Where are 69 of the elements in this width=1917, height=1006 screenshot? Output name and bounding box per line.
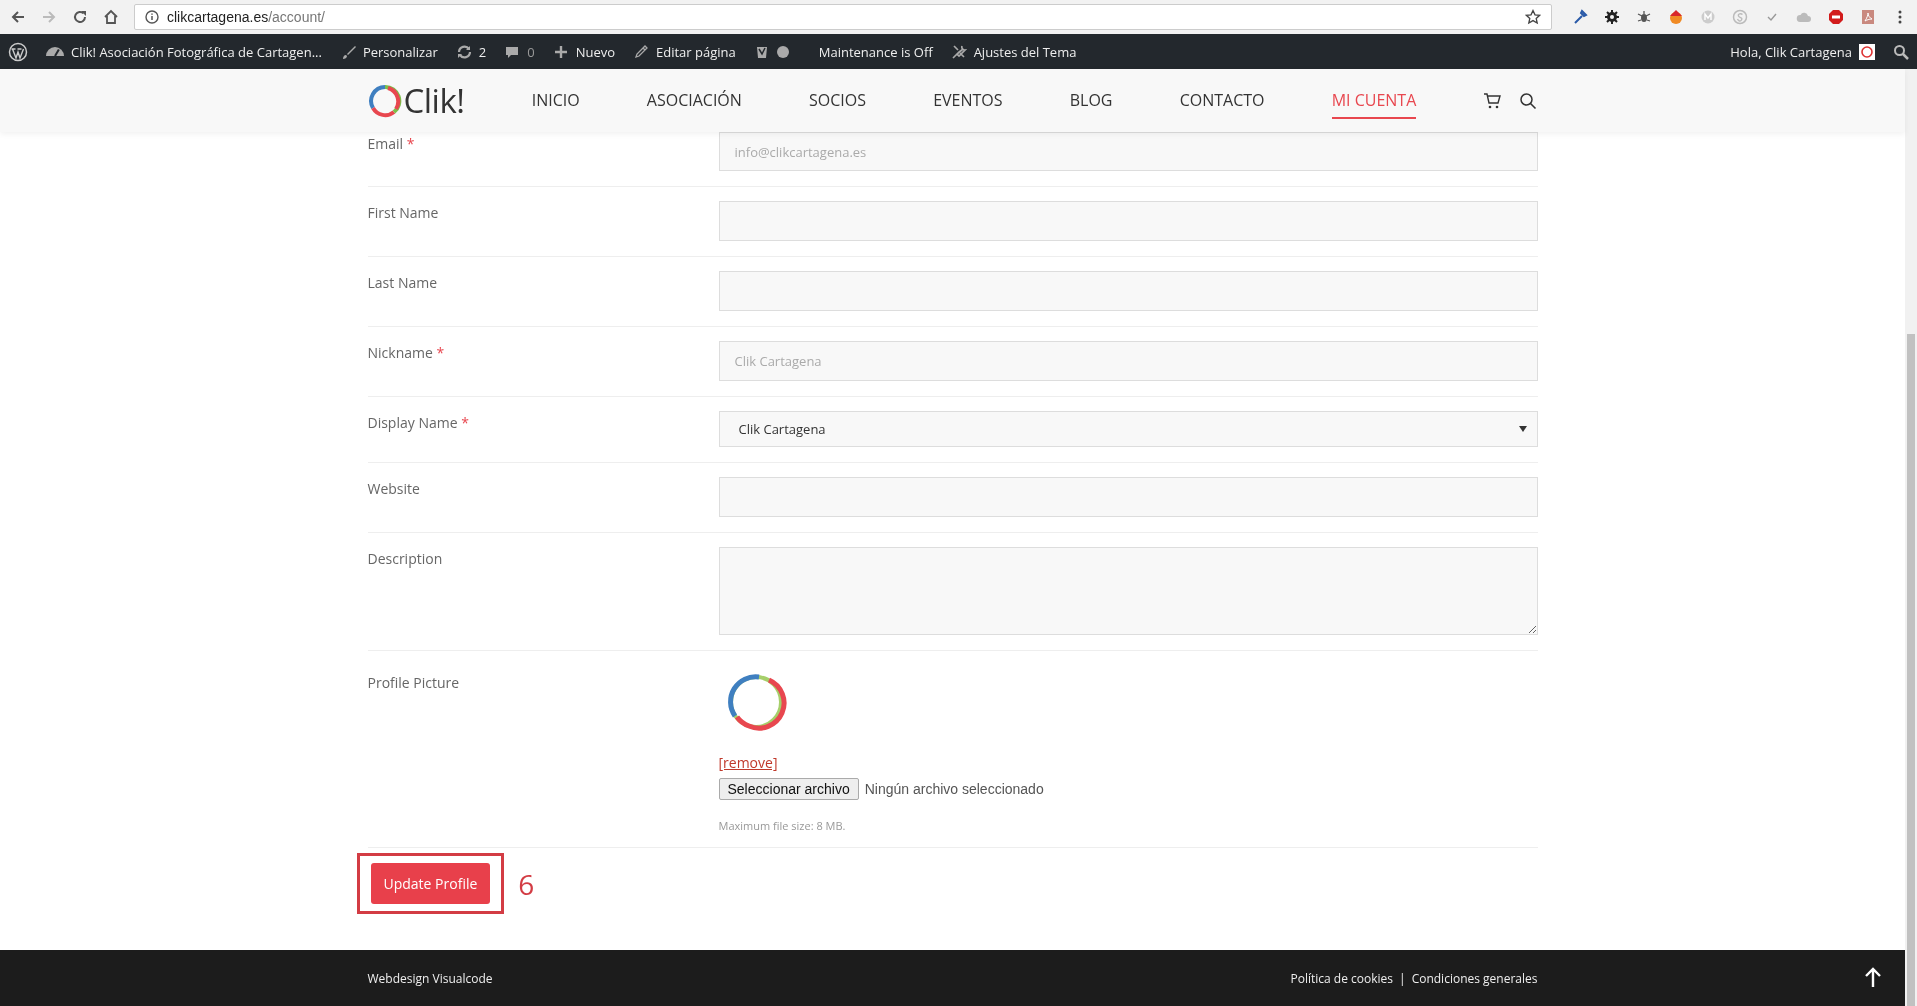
admin-bar-link[interactable]: Editar página: [633, 42, 736, 61]
field-label: Last Name: [367, 272, 439, 294]
input-field[interactable]: [718, 201, 1538, 241]
input-field[interactable]: [718, 477, 1538, 517]
admin-bar-link[interactable]: 0: [504, 42, 535, 61]
nav-link[interactable]: ASOCIACIÓN: [646, 82, 742, 119]
footer-link[interactable]: Política de cookies: [1290, 969, 1394, 987]
dropdown[interactable]: Clik Cartagena: [718, 411, 1538, 447]
nav-link[interactable]: INICIO: [531, 82, 580, 119]
field-label: First Name: [367, 202, 440, 224]
address-bar[interactable]: clikcartagena.es/account/: [134, 4, 1552, 30]
pdf-icon[interactable]: [1859, 9, 1876, 25]
avatar-icon: [1859, 43, 1875, 60]
footer-link[interactable]: Condiciones generales: [1411, 969, 1538, 987]
admin-bar-link[interactable]: Nuevo: [552, 42, 615, 61]
home-icon: [102, 9, 119, 25]
gear-icon[interactable]: [1603, 9, 1620, 25]
santa-face-icon[interactable]: [1667, 9, 1684, 25]
nav-link[interactable]: BLOG: [1069, 82, 1113, 119]
search-icon[interactable]: [1519, 91, 1538, 110]
admin-bar-link[interactable]: Clik! Asociación Fotográfica de Cartagen...: [46, 42, 322, 61]
up-arrow-icon: [1863, 966, 1883, 988]
refresh-icon: [455, 43, 472, 60]
footer-credit: Webdesign Visualcode: [367, 969, 493, 987]
reload-icon: [71, 9, 88, 25]
input-field[interactable]: [718, 271, 1538, 311]
admin-bar-link[interactable]: Maintenance is Off: [818, 42, 933, 61]
admin-bar-link[interactable]: Personalizar: [339, 42, 438, 61]
nav-link[interactable]: MI CUENTA: [1331, 82, 1417, 119]
back-arrow-icon: [9, 9, 26, 25]
choose-file-button[interactable]: Seleccionar archivo: [718, 778, 859, 800]
help-text: Maximum file size: 8 MB.: [718, 818, 846, 833]
cart-icon[interactable]: [1483, 91, 1502, 110]
field-label: Profile Picture: [367, 672, 461, 694]
dropdown-caret-icon: [1518, 426, 1527, 432]
account-menu-link[interactable]: Hola, Clik Cartagena: [1730, 42, 1875, 61]
annotation-number: 6: [518, 864, 535, 903]
scrollbar[interactable]: [1905, 69, 1917, 1006]
input-field[interactable]: Clik Cartagena: [718, 341, 1538, 381]
field-label: Nickname *: [367, 342, 446, 364]
remove-link[interactable]: [remove]: [718, 753, 778, 772]
field-label: Email *: [367, 133, 416, 155]
input-field[interactable]: info@clikcartagena.es: [718, 132, 1538, 171]
bug-icon[interactable]: [1635, 9, 1652, 25]
admin-bar-link[interactable]: Ajustes del Tema: [950, 42, 1077, 61]
nav-link[interactable]: CONTACTO: [1179, 82, 1265, 119]
wordpress-logo-icon[interactable]: [8, 41, 28, 62]
plus-icon: [552, 43, 569, 60]
site-logo[interactable]: Clik!: [367, 78, 465, 123]
abp-icon[interactable]: [1827, 9, 1844, 25]
separator-text: |: [1399, 969, 1406, 987]
nav-link[interactable]: EVENTOS: [933, 82, 1003, 119]
search-icon[interactable]: [1893, 43, 1909, 60]
update-profile-button[interactable]: Update Profile: [370, 863, 491, 904]
ring-logo-icon: [367, 83, 402, 118]
file-status-text: Ningún archivo seleccionado: [864, 781, 1044, 797]
tools-icon: [950, 43, 967, 60]
url-text: clikcartagena.es/account/: [167, 9, 325, 25]
dashboard-icon: [46, 47, 64, 56]
admin-bar-link[interactable]: 2: [455, 42, 487, 61]
field-label: Description: [367, 548, 444, 570]
field-label: Website: [367, 478, 421, 500]
field-label: Display Name *: [367, 412, 470, 434]
pencil-icon: [633, 43, 649, 60]
forward-arrow-icon: [40, 9, 57, 25]
star-icon[interactable]: [1525, 9, 1541, 25]
status-dot: [776, 45, 789, 58]
nav-link[interactable]: SOCIOS: [809, 82, 866, 119]
info-icon: [145, 10, 159, 24]
